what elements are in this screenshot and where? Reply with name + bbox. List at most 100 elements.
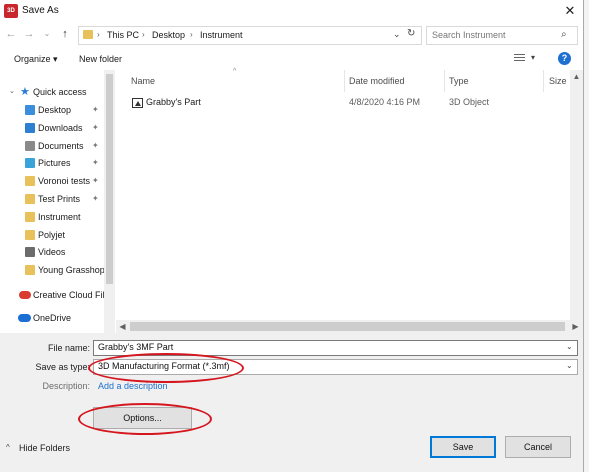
- title-bar: 3D Save As ✕: [0, 0, 583, 24]
- sidebar-quick-access[interactable]: ⌄ ★ Quick access: [0, 84, 104, 102]
- navigation-row: ← → ⌄ ↑ › This PC › Desktop › Instrument…: [0, 24, 583, 46]
- sidebar-item-pictures[interactable]: Pictures ✦: [0, 155, 104, 173]
- forward-arrow-icon[interactable]: →: [22, 26, 36, 42]
- folder-icon: [25, 158, 35, 169]
- description-label: Description:: [42, 381, 90, 391]
- column-divider: [444, 70, 445, 92]
- save-button[interactable]: Save: [430, 436, 496, 458]
- file-date-cell: 4/8/2020 4:16 PM: [349, 97, 421, 107]
- column-header-date-modified[interactable]: Date modified: [349, 76, 405, 86]
- sidebar-item-voronoi-tests[interactable]: Voronoi tests ✦: [0, 173, 104, 191]
- folder-icon: [25, 122, 35, 133]
- breadcrumb-separator-icon: ›: [190, 30, 193, 39]
- search-icon: ⌕: [561, 29, 567, 40]
- recent-locations-chevron-icon[interactable]: ⌄: [40, 26, 54, 42]
- sidebar-item-label: Test Prints: [38, 194, 81, 204]
- sidebar-item-documents[interactable]: Documents ✦: [0, 138, 104, 156]
- sidebar-item-young-grasshop[interactable]: Young Grasshop: [0, 262, 105, 280]
- file-list-vertical-scrollbar[interactable]: ▲: [570, 70, 583, 320]
- sidebar-item-instrument[interactable]: Instrument: [0, 209, 104, 227]
- pin-icon: ✦: [92, 176, 99, 186]
- save-as-type-value: 3D Manufacturing Format (*.3mf): [98, 361, 230, 371]
- new-folder-button[interactable]: New folder: [79, 54, 122, 64]
- address-dropdown-chevron-icon[interactable]: ⌄: [393, 29, 401, 40]
- up-arrow-icon[interactable]: ↑: [58, 26, 72, 42]
- breadcrumb-instrument[interactable]: Instrument: [200, 30, 243, 40]
- navigation-pane: ⌄ ★ Quick access Desktop ✦ Downloads ✦ Docum…: [0, 70, 115, 333]
- scroll-right-arrow-icon[interactable]: ▶: [571, 322, 580, 331]
- folder-icon: [25, 194, 35, 204]
- column-header-type[interactable]: Type: [449, 76, 469, 86]
- folder-icon: [25, 176, 35, 187]
- save-as-type-select[interactable]: 3D Manufacturing Format (*.3mf) ⌄: [93, 359, 578, 375]
- file-name-value: Grabby's 3MF Part: [98, 342, 174, 352]
- folder-icon: [83, 30, 93, 39]
- scroll-left-arrow-icon[interactable]: ◀: [118, 322, 127, 331]
- 3d-object-file-icon: [132, 98, 143, 108]
- sidebar-item-label: Young Grasshop: [38, 265, 105, 276]
- column-divider: [344, 70, 345, 92]
- folder-icon: [25, 140, 35, 151]
- hide-folders-button[interactable]: Hide Folders: [19, 443, 70, 453]
- sidebar-item-label: Desktop: [38, 105, 72, 115]
- sidebar-item-videos[interactable]: Videos: [0, 244, 104, 262]
- folder-icon: [25, 229, 35, 240]
- breadcrumb-desktop[interactable]: Desktop: [152, 30, 185, 40]
- folder-icon: [25, 211, 35, 222]
- sidebar-item-label: Instrument: [38, 211, 81, 222]
- app-icon: 3D: [4, 4, 18, 18]
- sidebar-item-desktop[interactable]: Desktop ✦: [0, 102, 104, 120]
- horizontal-scrollbar-thumb[interactable]: [130, 322, 565, 331]
- sidebar-creative-cloud[interactable]: Creative Cloud File: [0, 287, 110, 305]
- sidebar-creative-cloud-label: Creative Cloud File: [33, 290, 110, 300]
- star-icon: ★: [20, 86, 30, 98]
- help-icon[interactable]: ?: [558, 52, 571, 65]
- sort-indicator-icon: ^: [233, 68, 237, 75]
- cancel-button[interactable]: Cancel: [505, 436, 571, 458]
- save-as-type-dropdown-chevron-icon[interactable]: ⌄: [566, 361, 573, 370]
- sidebar-item-polyjet[interactable]: Polyjet: [0, 227, 104, 245]
- organize-button[interactable]: Organize ▾: [14, 54, 58, 65]
- sidebar-item-label: Downloads: [38, 122, 83, 133]
- save-options-panel: File name: Grabby's 3MF Part ⌄ Save as t…: [0, 333, 583, 472]
- breadcrumb-separator-icon: ›: [97, 30, 100, 39]
- scroll-up-arrow-icon[interactable]: ▲: [572, 72, 581, 81]
- search-placeholder: Search Instrument: [432, 30, 506, 40]
- file-type-cell: 3D Object: [449, 97, 490, 107]
- pin-icon: ✦: [92, 158, 99, 168]
- file-name-dropdown-chevron-icon[interactable]: ⌄: [566, 342, 573, 351]
- back-arrow-icon[interactable]: ←: [4, 26, 18, 42]
- sidebar-item-test-prints[interactable]: Test Prints ✦: [0, 191, 104, 209]
- view-options-icon[interactable]: [514, 53, 526, 63]
- save-as-dialog: 3D Save As ✕ ← → ⌄ ↑ › This PC › Desktop…: [0, 0, 584, 472]
- onedrive-icon: [18, 314, 31, 322]
- options-button[interactable]: Options...: [93, 407, 192, 429]
- creative-cloud-icon: [19, 291, 31, 299]
- hide-folders-chevron-icon[interactable]: ^: [6, 443, 10, 452]
- sidebar-onedrive[interactable]: OneDrive: [0, 310, 104, 328]
- sidebar-item-downloads[interactable]: Downloads ✦: [0, 120, 104, 138]
- column-divider: [543, 70, 544, 92]
- address-bar[interactable]: › This PC › Desktop › Instrument ⌄ ↻: [78, 26, 422, 45]
- file-row[interactable]: Grabby's Part 4/8/2020 4:16 PM 3D Object: [126, 94, 566, 112]
- add-description-link[interactable]: Add a description: [98, 381, 168, 391]
- sidebar-item-label: Polyjet: [38, 229, 66, 240]
- file-list-pane: ^ Name Date modified Type Size Grabby's …: [116, 68, 583, 333]
- column-header-name[interactable]: Name: [131, 76, 155, 86]
- navigation-scrollbar-thumb[interactable]: [106, 74, 113, 284]
- search-input[interactable]: Search Instrument ⌕: [426, 26, 578, 45]
- view-dropdown-chevron-icon[interactable]: ▾: [531, 53, 535, 62]
- folder-icon: [25, 247, 35, 258]
- refresh-icon[interactable]: ↻: [407, 28, 415, 39]
- column-header-size[interactable]: Size: [549, 76, 567, 86]
- command-bar: Organize ▾ New folder ▾ ?: [0, 48, 583, 70]
- sidebar-quick-access-label: Quick access: [33, 87, 87, 97]
- file-name-label: File name:: [47, 343, 90, 353]
- close-icon[interactable]: ✕: [560, 2, 580, 20]
- file-name-field[interactable]: Grabby's 3MF Part ⌄: [93, 340, 578, 356]
- breadcrumb-this-pc[interactable]: This PC: [107, 30, 139, 40]
- pin-icon: ✦: [92, 105, 99, 114]
- expand-chevron-icon[interactable]: ⌄: [9, 87, 15, 95]
- sidebar-item-label: Documents: [38, 140, 84, 151]
- pin-icon: ✦: [92, 140, 99, 150]
